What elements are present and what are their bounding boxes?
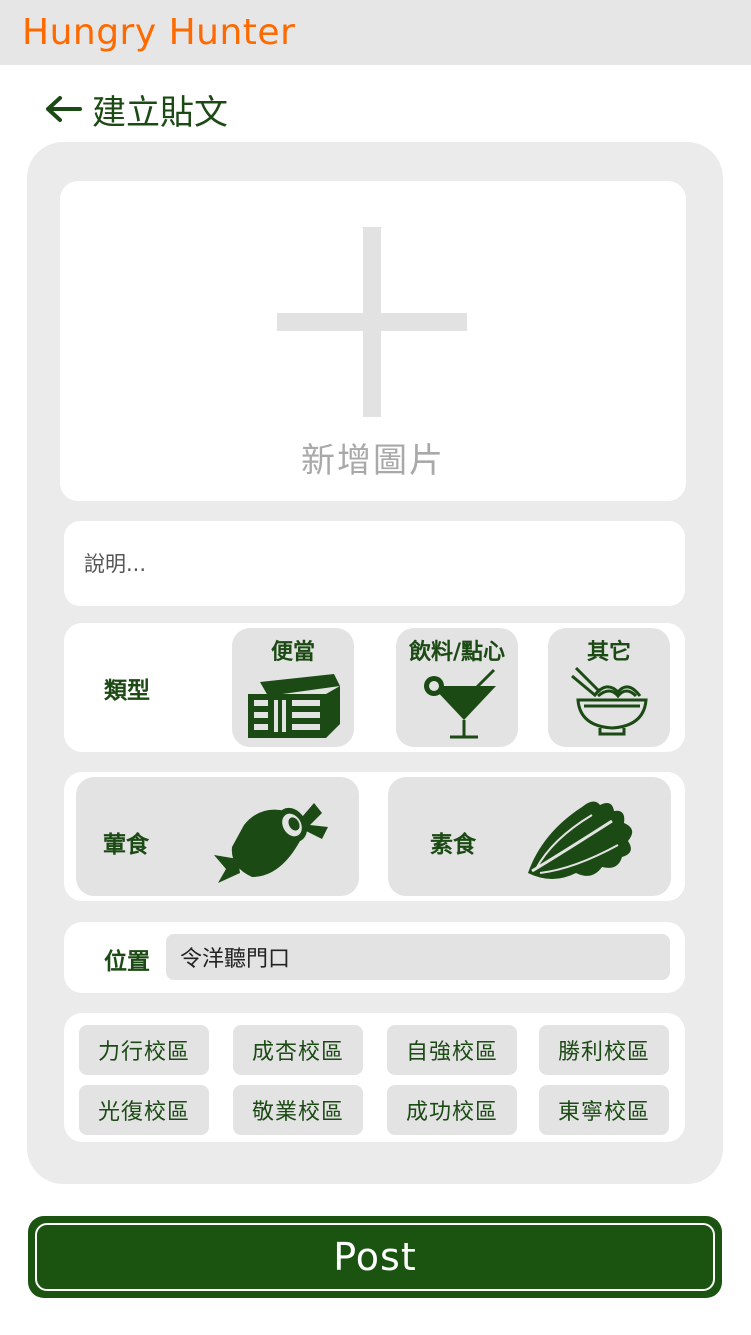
campus-chip-lixing[interactable]: 力行校區 [79,1025,209,1075]
campus-chip-shengli[interactable]: 勝利校區 [539,1025,669,1075]
campus-chip-jingye[interactable]: 敬業校區 [233,1085,363,1135]
back-arrow-icon[interactable] [44,94,84,124]
page-header: 建立貼文 [44,86,228,133]
category-option-label: 便當 [270,640,315,665]
campus-chip-ziqiang[interactable]: 自強校區 [387,1025,517,1075]
campus-chip-guangfu[interactable]: 光復校區 [79,1085,209,1135]
add-image-label: 新增圖片 [301,441,445,481]
plus-icon-bar [277,313,467,331]
category-section: 類型 便當 飲料/點心 其它 [64,623,685,752]
category-bento-button[interactable]: 便當 [232,628,354,747]
diet-option-label: 素食 [430,832,476,858]
cocktail-icon [424,668,496,739]
campus-chip-dongning[interactable]: 東寧校區 [539,1085,669,1135]
meat-icon [214,803,328,883]
top-bar: Hungry Hunter [0,0,751,65]
page-title: 建立貼文 [92,92,228,133]
category-other-button[interactable]: 其它 [548,628,670,747]
diet-meat-button[interactable]: 葷食 [76,777,359,896]
location-section: 位置 [64,922,685,993]
category-drinks-snacks-button[interactable]: 飲料/點心 [396,628,518,747]
bento-box-icon [248,674,340,738]
location-label: 位置 [104,949,150,975]
post-button[interactable]: Post [28,1216,722,1298]
diet-section: 葷食 素食 [64,772,685,901]
lettuce-icon [528,801,633,879]
category-option-label: 飲料/點心 [408,640,506,665]
diet-vegetarian-button[interactable]: 素食 [388,777,671,896]
campus-section: 力行校區 成杏校區 自強校區 勝利校區 光復校區 敬業校區 成功校區 東寧校區 [64,1013,685,1142]
app-title: Hungry Hunter [22,12,296,53]
campus-chip-chenggong[interactable]: 成功校區 [387,1085,517,1135]
location-input[interactable] [166,934,670,980]
description-input[interactable] [64,521,685,606]
campus-chip-chengxing[interactable]: 成杏校區 [233,1025,363,1075]
category-option-label: 其它 [586,640,631,665]
noodle-bowl-icon [571,666,648,736]
category-label: 類型 [104,678,150,704]
diet-option-label: 葷食 [103,832,149,858]
post-button-label: Post [35,1223,715,1291]
add-image-button[interactable]: 新增圖片 [60,181,686,501]
